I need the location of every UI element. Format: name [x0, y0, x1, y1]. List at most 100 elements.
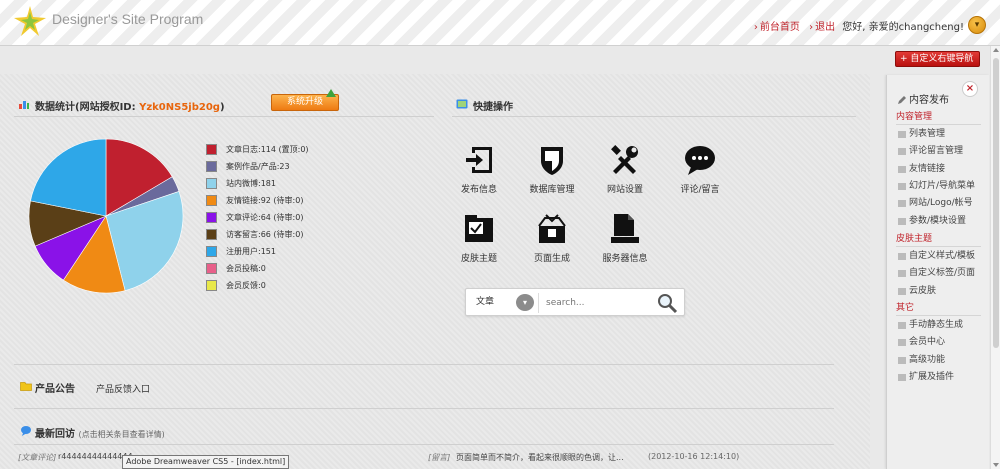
- tile-label: 网站设置: [606, 185, 643, 195]
- system-upgrade-button[interactable]: 系统升级: [271, 89, 339, 111]
- legend-swatch: [206, 280, 217, 291]
- sidebar-item-content-4[interactable]: 网站/Logo/帐号: [887, 195, 990, 212]
- sidebar-item-label: 参数/模块设置: [909, 215, 967, 226]
- tile-label: 服务器信息: [602, 254, 648, 264]
- sidebar-item-other-1[interactable]: 会员中心: [887, 334, 990, 351]
- quick-ops-title: 快捷操作: [473, 102, 513, 113]
- sidebar-item-other-2[interactable]: 高级功能: [887, 352, 990, 369]
- user-menu-chevron-icon[interactable]: ▾: [968, 16, 986, 34]
- sidebar-item-skin-0[interactable]: 自定义样式/模板: [887, 248, 990, 265]
- tile-label: 评论/留言: [680, 185, 720, 195]
- feedback-link[interactable]: 产品反馈入口: [96, 382, 150, 395]
- custom-nav-label: 自定义右键导航: [910, 54, 974, 64]
- legend-label: 站内微博:181: [226, 179, 276, 188]
- legend-swatch: [206, 229, 217, 240]
- menu-item-icon: [898, 148, 906, 156]
- right-sidebar: × 内容发布 内容管理 列表管理 评论留言管理 友情链接 幻灯片/导航菜单 网站/Log…: [886, 75, 989, 469]
- tile-label: 页面生成: [533, 254, 570, 264]
- divider: [538, 293, 539, 313]
- tile-database[interactable]: 数据库管理: [517, 143, 587, 195]
- tile-comments[interactable]: 评论/留言: [665, 143, 735, 195]
- sidebar-category-content: 内容管理: [896, 109, 981, 125]
- tile-label: 皮肤主题: [460, 254, 497, 264]
- license-id: Yzk0NS5jb20g: [139, 102, 220, 113]
- recent-hint: (点击相关条目查看详情): [78, 430, 165, 439]
- sidebar-item-content-5[interactable]: 参数/模块设置: [887, 213, 990, 230]
- sidebar-item-label: 自定义标签/页面: [909, 268, 976, 279]
- top-nav: › 前台首页 › 退出 您好, 亲爱的changcheng!: [754, 18, 964, 33]
- legend-swatch: [206, 195, 217, 206]
- skin-icon: [465, 215, 493, 242]
- scroll-up-icon[interactable]: [993, 48, 999, 52]
- tile-server-info[interactable]: 服务器信息: [590, 212, 660, 264]
- sidebar-item-label: 云皮肤: [909, 285, 937, 296]
- sidebar-item-publish[interactable]: 内容发布: [887, 92, 990, 109]
- search-type-select[interactable]: 文章 ▾: [472, 294, 534, 311]
- menu-item-icon: [898, 287, 906, 295]
- sidebar-item-label: 扩展及插件: [909, 371, 955, 382]
- row-time: (2012-10-16 12:14:10): [648, 452, 740, 461]
- legend-swatch: [206, 178, 217, 189]
- stats-title: 数据统计(网站授权ID: Yzk0NS5jb20g): [35, 102, 225, 113]
- search-input[interactable]: [546, 294, 646, 311]
- sidebar-item-content-3[interactable]: 幻灯片/导航菜单: [887, 178, 990, 195]
- tile-skin[interactable]: 皮肤主题: [444, 212, 514, 264]
- menu-item-icon: [898, 217, 906, 225]
- tile-label: 数据库管理: [529, 185, 575, 195]
- scroll-thumb[interactable]: [993, 58, 999, 348]
- page-scrollbar[interactable]: [990, 46, 1000, 469]
- tile-site-settings[interactable]: 网站设置: [590, 143, 660, 195]
- divider: [14, 408, 834, 409]
- menu-item-icon: [898, 322, 906, 329]
- nav-logout-link[interactable]: 退出: [815, 22, 835, 33]
- legend-label: 文章日志:114 (置顶:0): [226, 145, 309, 154]
- quick-ops-icon: [456, 99, 468, 109]
- taskbar-tooltip: Adobe Dreamweaver CS5 - [index.html]: [122, 455, 290, 469]
- sidebar-item-other-3[interactable]: 扩展及插件: [887, 369, 990, 386]
- row-tag: [文章评论]: [18, 453, 57, 462]
- menu-item-icon: [898, 182, 906, 190]
- bar-chart-icon: [19, 101, 29, 109]
- sidebar-item-label: 列表管理: [909, 129, 946, 139]
- legend-label: 注册用户:151: [226, 247, 276, 256]
- sidebar-category-other: 其它: [896, 300, 981, 316]
- tile-page-generate[interactable]: 页面生成: [517, 212, 587, 264]
- nav-home-link[interactable]: 前台首页: [760, 22, 800, 33]
- custom-nav-button[interactable]: + 自定义右键导航: [895, 51, 980, 67]
- sidebar-item-label: 友情链接: [909, 163, 946, 174]
- menu-item-icon: [898, 131, 906, 138]
- speech-bubble-icon: [21, 426, 31, 436]
- divider: [14, 444, 834, 445]
- sidebar-item-content-1[interactable]: 评论留言管理: [887, 143, 990, 160]
- plus-icon: +: [900, 54, 908, 64]
- sidebar-item-content-0[interactable]: 列表管理: [887, 126, 990, 143]
- legend-swatch: [206, 144, 217, 155]
- divider: [14, 116, 434, 117]
- legend-swatch: [206, 161, 217, 172]
- menu-item-icon: [898, 270, 906, 278]
- legend-swatch: [206, 212, 217, 223]
- menu-item-icon: [898, 339, 906, 347]
- sidebar-item-skin-1[interactable]: 自定义标签/页面: [887, 265, 990, 282]
- sidebar-item-label: 网站/Logo/帐号: [909, 198, 973, 209]
- sidebar-item-skin-2[interactable]: 云皮肤: [887, 283, 990, 300]
- arrow-icon: ›: [809, 22, 814, 33]
- chevron-down-icon: ▾: [516, 294, 534, 311]
- scroll-down-icon[interactable]: [993, 463, 999, 467]
- pencil-icon: [898, 96, 906, 104]
- top-header: Designer's Site Program › 前台首页 › 退出 您好, 亲爱…: [0, 0, 1000, 46]
- legend-label: 会员反馈:0: [226, 281, 266, 290]
- search-icon[interactable]: [656, 292, 678, 314]
- legend-label: 案例作品/产品:23: [226, 162, 290, 171]
- menu-item-icon: [898, 356, 906, 364]
- legend-label: 文章评论:64 (待审:0): [226, 213, 304, 222]
- comment-icon: [685, 146, 715, 175]
- sidebar-item-label: 高级功能: [909, 354, 946, 365]
- tile-publish[interactable]: 发布信息: [444, 143, 514, 195]
- sidebar-item-content-2[interactable]: 友情链接: [887, 161, 990, 178]
- divider: [452, 116, 856, 117]
- announcement-title: 产品公告: [35, 384, 75, 395]
- menu-item-icon: [898, 373, 906, 381]
- sidebar-item-other-0[interactable]: 手动静态生成: [887, 317, 990, 334]
- tools-icon: [611, 145, 638, 174]
